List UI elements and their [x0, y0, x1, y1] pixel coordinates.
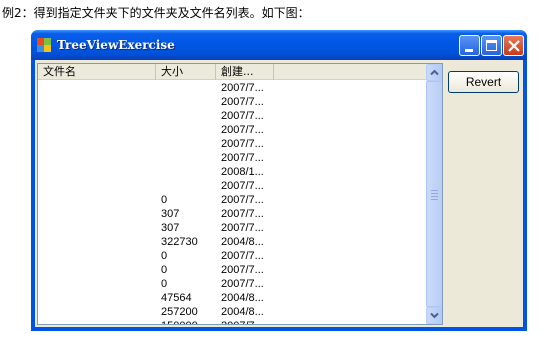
minimize-icon [465, 49, 473, 52]
close-icon [508, 40, 520, 52]
file-size-cell: 150000 [161, 319, 216, 324]
file-created-cell: 2007/7... [221, 96, 264, 108]
page-caption: 例2：得到指定文件夹下的文件夹及文件名列表。如下图： [2, 6, 310, 20]
file-size-cell: 0 [161, 250, 168, 262]
list-item[interactable]: pagefile.sys1500002007/7... [38, 319, 426, 324]
list-item[interactable]: Inetpub2007/7... [38, 109, 426, 123]
close-button[interactable] [503, 35, 524, 56]
revert-button[interactable]: Revert [448, 71, 519, 93]
app-window: TreeViewExercise 文件名 大小 創建... chenhu2200… [31, 30, 527, 331]
list-item[interactable]: AUTOEXEC.BAT02007/7... [38, 193, 426, 207]
list-item[interactable]: VundoFix Backups2008/1... [38, 165, 426, 179]
scroll-thumb[interactable] [426, 81, 442, 307]
file-size-cell: 307 [161, 222, 180, 234]
list-item[interactable]: Program Files2007/7... [38, 123, 426, 137]
file-size-cell: 307 [161, 208, 180, 220]
file-size-cell: 322730 [161, 236, 198, 248]
window-client-area: 文件名 大小 創建... chenhu22007/7...Documents a… [35, 60, 523, 327]
list-header: 文件名 大小 創建... [38, 64, 426, 80]
file-created-cell: 2007/7... [221, 194, 264, 206]
app-icon [37, 38, 51, 52]
list-item[interactable]: ntldr2572002004/8... [38, 305, 426, 319]
list-item[interactable]: WINDOWS2007/7... [38, 179, 426, 193]
minimize-button[interactable] [459, 35, 480, 56]
file-created-cell: 2007/7... [221, 208, 264, 220]
file-size-cell: 257200 [161, 306, 198, 318]
list-item[interactable]: Documents and Setti...2007/7... [38, 95, 426, 109]
scroll-up-button[interactable] [426, 64, 442, 81]
list-item[interactable]: boot.ini3072007/7... [38, 221, 426, 235]
list-item[interactable]: IO.SYS02007/7... [38, 263, 426, 277]
file-created-cell: 2007/7... [221, 264, 264, 276]
file-created-cell: 2007/7... [221, 110, 264, 122]
file-size-cell: 0 [161, 278, 168, 290]
file-created-cell: 2007/7... [221, 124, 264, 136]
maximize-icon [486, 40, 497, 51]
file-created-cell: 2008/1... [221, 166, 264, 178]
window-title: TreeViewExercise [57, 38, 175, 52]
file-size-cell: 0 [161, 194, 168, 206]
column-header-size[interactable]: 大小 [156, 64, 216, 80]
list-item[interactable]: bootfont.bin3227302004/8... [38, 235, 426, 249]
chevron-up-icon [430, 69, 439, 76]
list-item[interactable]: System Volume Infor...2007/7... [38, 151, 426, 165]
title-bar[interactable]: TreeViewExercise [31, 30, 527, 60]
list-item[interactable]: CONFIG.SYS02007/7... [38, 249, 426, 263]
list-item[interactable]: MSDOS.SYS02007/7... [38, 277, 426, 291]
file-created-cell: 2004/8... [221, 236, 264, 248]
file-created-cell: 2007/7... [221, 222, 264, 234]
column-header-created[interactable]: 創建... [216, 64, 274, 80]
scroll-down-button[interactable] [426, 307, 442, 324]
list-item[interactable]: NTDETECT.COM475642004/8... [38, 291, 426, 305]
list-item[interactable]: boot(3).ini3072007/7... [38, 207, 426, 221]
list-item[interactable]: RECYCLER2007/7... [38, 137, 426, 151]
file-created-cell: 2004/8... [221, 292, 264, 304]
column-header-name[interactable]: 文件名 [38, 64, 156, 80]
maximize-button[interactable] [481, 35, 502, 56]
list-rows: chenhu22007/7...Documents and Setti...20… [38, 81, 426, 324]
file-list-view[interactable]: 文件名 大小 創建... chenhu22007/7...Documents a… [37, 63, 443, 325]
file-created-cell: 2007/7... [221, 152, 264, 164]
file-created-cell: 2007/7... [221, 278, 264, 290]
column-header-filler [274, 64, 426, 80]
file-created-cell: 2007/7... [221, 138, 264, 150]
chevron-down-icon [430, 312, 439, 319]
file-created-cell: 2007/7... [221, 180, 264, 192]
file-size-cell: 47564 [161, 292, 192, 304]
file-created-cell: 2004/8... [221, 306, 264, 318]
file-created-cell: 2007/7... [221, 319, 271, 324]
file-created-cell: 2007/7... [221, 82, 264, 94]
vertical-scrollbar[interactable] [426, 64, 442, 324]
list-item[interactable]: chenhu22007/7... [38, 81, 426, 95]
file-size-cell: 0 [161, 264, 168, 276]
file-created-cell: 2007/7... [221, 250, 264, 262]
